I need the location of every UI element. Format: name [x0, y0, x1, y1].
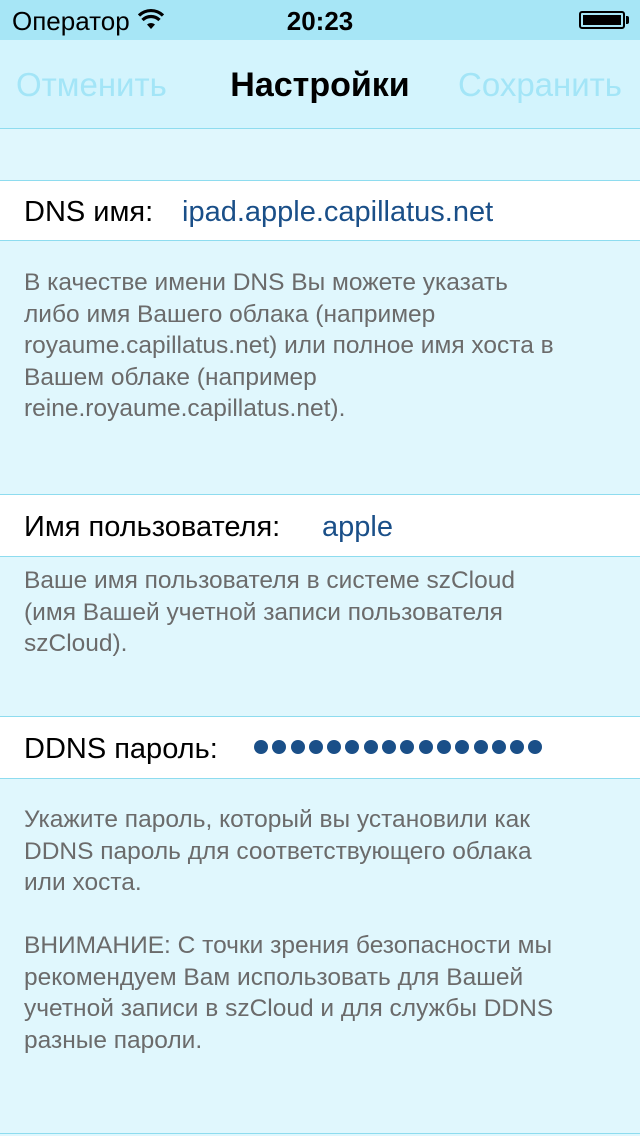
username-footer: Ваше имя пользователя в системе szCloud … — [24, 565, 624, 660]
username-label: Имя пользователя: — [24, 511, 281, 543]
dns-label: DNS имя: — [24, 196, 154, 228]
password-footer-line: рекомендуем Вам использовать для Вашей — [24, 963, 524, 991]
dns-row[interactable]: DNS имя: ipad.apple.capillatus.net — [0, 180, 640, 241]
password-dot — [455, 740, 470, 754]
password-dot — [345, 740, 360, 754]
username-footer-line: szCloud). — [24, 630, 128, 657]
password-dot — [290, 740, 305, 754]
password-dot — [418, 740, 433, 754]
username-input[interactable]: apple — [322, 511, 393, 544]
dns-footer-line: reine.royaume.capillatus.net). — [24, 395, 346, 422]
dns-footer-line: royaume.capillatus.net) или полное имя х… — [24, 332, 554, 359]
password-footer-line: ВНИМАНИЕ: С точки зрения безопасности мы — [24, 932, 553, 959]
dns-footer: В качестве имени DNS Вы можете указать л… — [24, 267, 624, 425]
password-dot — [436, 740, 451, 754]
password-dot — [308, 740, 323, 754]
password-dot — [363, 740, 378, 754]
username-row[interactable]: Имя пользователя: apple — [0, 494, 640, 557]
password-dot — [528, 740, 543, 754]
save-button[interactable]: Сохранить — [458, 66, 622, 104]
password-label: DDNS пароль: — [24, 733, 218, 765]
battery-tip — [626, 16, 629, 24]
status-bar: Оператор 20:23 — [0, 0, 640, 40]
password-dot — [491, 740, 506, 754]
bottom-separator — [0, 1133, 640, 1134]
password-footer: Укажите пароль, который вы установили ка… — [24, 804, 624, 1056]
battery-icon — [579, 11, 625, 29]
navigation-bar: Отменить Настройки Сохранить — [0, 40, 640, 129]
status-time: 20:23 — [286, 6, 354, 36]
password-dot — [510, 740, 525, 754]
password-footer-line: или хоста. — [24, 869, 142, 896]
password-input[interactable] — [254, 740, 543, 754]
username-footer-line: (имя Вашей учетной записи пользователя — [24, 598, 503, 626]
dns-footer-line: Вашем облаке (например — [24, 363, 317, 391]
password-footer-line: Укажите пароль, который вы установили ка… — [24, 806, 530, 833]
password-footer-line — [24, 899, 624, 931]
password-footer-line: разные пароли. — [24, 1026, 203, 1054]
password-dot — [327, 740, 342, 754]
dns-footer-line: В качестве имени DNS Вы можете указать — [24, 269, 508, 296]
username-footer-line: Ваше имя пользователя в системе szCloud — [24, 567, 515, 594]
dns-footer-line: либо имя Вашего облака (например — [24, 300, 436, 328]
password-footer-line: DDNS пароль для соответствующего облака — [24, 837, 532, 865]
password-dot — [254, 740, 268, 754]
password-dot — [272, 740, 287, 754]
password-dot — [400, 740, 415, 754]
password-dot — [382, 740, 397, 754]
password-footer-line: учетной записи в szCloud и для службы DD… — [24, 995, 554, 1022]
password-dot — [473, 740, 488, 754]
dns-input[interactable]: ipad.apple.capillatus.net — [182, 196, 493, 229]
password-row[interactable]: DDNS пароль: — [0, 716, 640, 779]
